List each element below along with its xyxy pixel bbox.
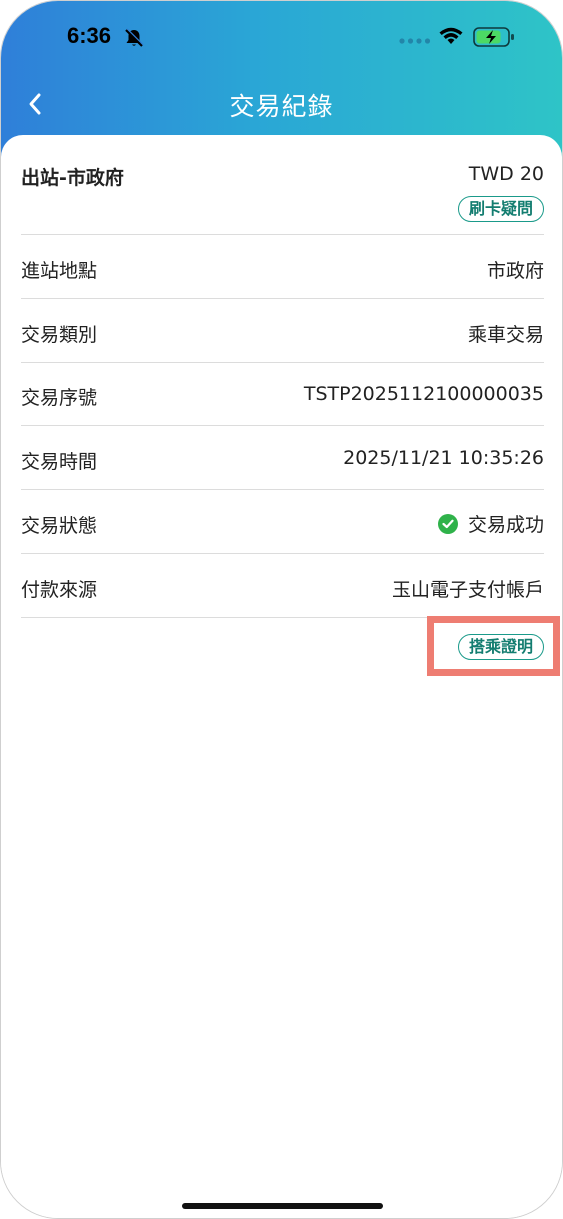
detail-label: 交易狀態 [21,515,98,537]
ride-proof-button[interactable]: 搭乘證明 [457,634,544,660]
detail-label: 交易序號 [21,387,98,409]
status-time: 6:36 [67,23,112,48]
phone-frame: 6:36 交易紀錄 出站-市政府 TWD 20 刷卡疑問 進站地點 市政府 交易… [0,0,563,1219]
detail-label: 交易時間 [21,451,98,473]
detail-value: 玉山電子支付帳戶 [391,579,544,601]
detail-value: TSTP2025112100000035 [303,383,544,405]
detail-value: 市政府 [486,260,544,282]
station-label: 出站-市政府 [21,167,124,189]
amount-value: TWD 20 [468,163,544,185]
detail-row-payment-source: 付款來源 玉山電子支付帳戶 [21,554,544,618]
home-indicator [182,1203,383,1209]
detail-row-status: 交易狀態 交易成功 [21,490,544,554]
battery-charging-icon [473,27,514,47]
detail-label: 交易類別 [21,324,98,346]
detail-label: 付款來源 [21,579,98,601]
bell-slash-icon [125,28,144,47]
navigation-bar: 交易紀錄 [1,79,562,129]
detail-row-time: 交易時間 2025/11/21 10:35:26 [21,426,544,490]
wifi-icon [439,27,463,44]
summary-row: 出站-市政府 TWD 20 刷卡疑問 [21,151,544,235]
detail-row-serial: 交易序號 TSTP2025112100000035 [21,363,544,426]
status-bar: 6:36 [1,1,562,71]
check-circle-icon [437,513,458,534]
detail-value: 乘車交易 [467,324,544,346]
page-title: 交易紀錄 [229,92,334,121]
signal-dots-icon [399,38,431,44]
status-text: 交易成功 [467,514,544,536]
dispute-button[interactable]: 刷卡疑問 [457,196,544,222]
detail-label: 進站地點 [21,260,98,282]
detail-row-type: 交易類別 乘車交易 [21,299,544,363]
status-value: 交易成功 [437,510,544,537]
detail-row-entry-station: 進站地點 市政府 [21,235,544,299]
detail-value: 2025/11/21 10:35:26 [343,447,544,469]
